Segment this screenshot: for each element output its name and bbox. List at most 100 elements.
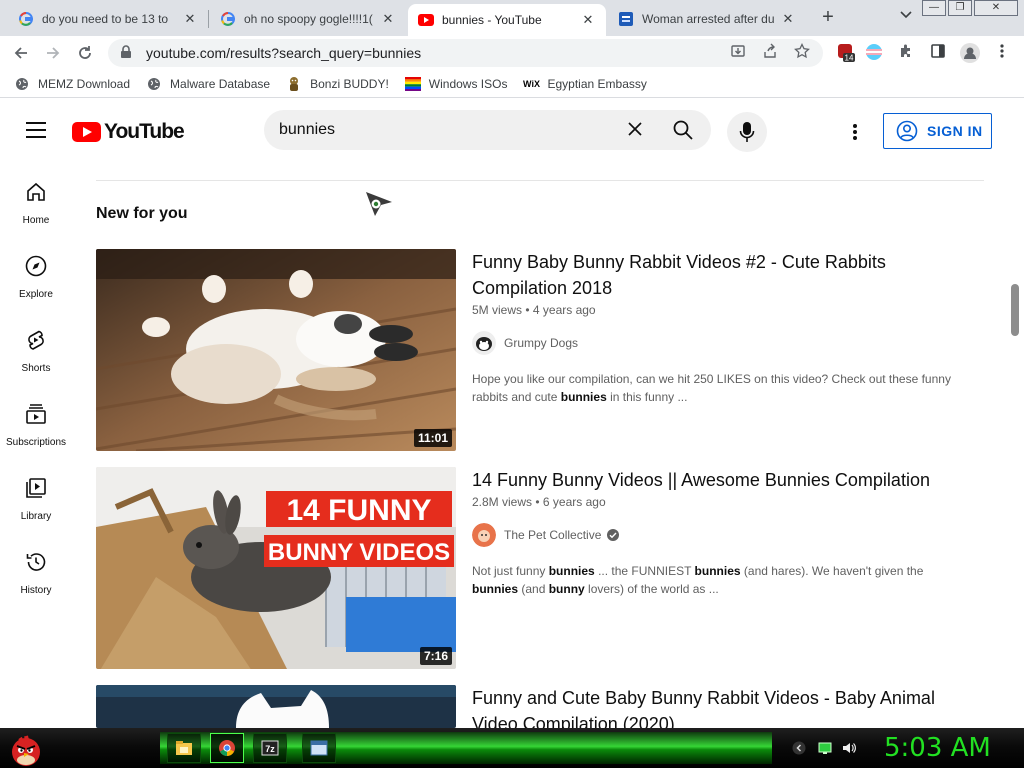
close-icon[interactable]: ✕	[380, 11, 396, 27]
nav-label: Library	[20, 511, 52, 522]
history-icon	[26, 553, 46, 571]
nav-label: Explore	[19, 289, 53, 300]
channel-link[interactable]: Grumpy Dogs	[472, 331, 578, 355]
compass-icon	[25, 255, 47, 277]
search-icon[interactable]	[672, 119, 694, 141]
voice-search-button[interactable]	[727, 112, 767, 152]
install-icon[interactable]	[729, 43, 747, 61]
nav-home[interactable]: Home	[0, 164, 72, 238]
video-duration: 11:01	[413, 429, 452, 447]
tab-separator	[208, 10, 209, 28]
tab-3-active[interactable]: bunnies - YouTube ✕	[408, 4, 606, 36]
reload-button[interactable]	[72, 40, 98, 66]
window-icon[interactable]	[302, 733, 336, 763]
bunny-thumbnail-image	[96, 249, 456, 451]
video-result[interactable]: 14 FUNNY BUNNY VIDEOS 7:16 14 Funny Bunn…	[96, 467, 986, 669]
video-title[interactable]: 14 Funny Bunny Videos || Awesome Bunnies…	[472, 467, 982, 493]
channel-avatar	[472, 331, 496, 355]
bookmark-memz[interactable]: MEMZ Download	[14, 76, 130, 92]
close-window-button[interactable]: ✕	[974, 0, 1018, 16]
side-panel-icon[interactable]	[928, 43, 948, 63]
channel-name: Grumpy Dogs	[504, 336, 579, 350]
tab-strip: do you need to be 13 to ✕ oh no spoopy g…	[0, 0, 1024, 36]
extension-shield-icon[interactable]: 14	[836, 43, 856, 63]
youtube-icon	[418, 12, 434, 28]
star-icon[interactable]	[793, 42, 811, 61]
video-title[interactable]: Funny and Cute Baby Bunny Rabbit Videos …	[472, 685, 982, 728]
bookmark-label: Malware Database	[170, 76, 271, 91]
lock-icon	[120, 45, 136, 61]
tab-title: oh no spoopy gogle!!!!1(	[244, 12, 373, 26]
bookmark-egyptian-embassy[interactable]: WiX Egyptian Embassy	[523, 76, 647, 92]
restore-button[interactable]: ❐	[948, 0, 972, 16]
bookmark-malware-database[interactable]: Malware Database	[146, 76, 270, 92]
description-highlight: bunny	[548, 582, 585, 596]
video-thumbnail[interactable]	[96, 685, 456, 728]
tab-title: do you need to be 13 to	[42, 12, 169, 26]
description-text: Not just funny	[472, 564, 549, 578]
bookmark-label: Windows ISOs	[428, 76, 508, 91]
nav-label: Shorts	[21, 363, 51, 374]
video-result[interactable]: 11:01 Funny Baby Bunny Rabbit Videos #2 …	[96, 249, 986, 451]
nav-library[interactable]: Library	[0, 460, 72, 534]
youtube-logo[interactable]: YouTube	[72, 120, 185, 144]
chevron-down-icon[interactable]	[896, 8, 916, 28]
description-text: in this funny ...	[606, 390, 688, 404]
tray-chevron-icon[interactable]	[792, 741, 806, 755]
chrome-icon[interactable]	[210, 733, 244, 763]
new-tab-button[interactable]: +	[816, 6, 840, 30]
close-icon[interactable]: ✕	[780, 11, 796, 27]
close-icon[interactable]: ✕	[580, 12, 596, 28]
description-text: ... the FUNNIEST	[594, 564, 695, 578]
hamburger-menu-icon[interactable]	[26, 122, 46, 138]
nav-subscriptions[interactable]: Subscriptions	[0, 386, 72, 460]
video-description: Hope you like our compilation, can we hi…	[472, 370, 972, 406]
channel-avatar	[472, 523, 496, 547]
search-input[interactable]	[279, 121, 609, 139]
volume-icon[interactable]	[842, 741, 856, 755]
minimize-button[interactable]: —	[922, 0, 946, 16]
nav-history[interactable]: History	[0, 534, 72, 608]
description-text: (and	[518, 582, 549, 596]
tab-1[interactable]: do you need to be 13 to ✕	[8, 4, 208, 34]
file-explorer-icon[interactable]	[167, 733, 201, 763]
profile-avatar-icon[interactable]	[960, 43, 980, 63]
video-meta: 2.8M views • 6 years ago	[472, 495, 606, 509]
nav-explore[interactable]: Explore	[0, 238, 72, 312]
video-title[interactable]: Funny Baby Bunny Rabbit Videos #2 - Cute…	[472, 249, 982, 301]
google-icon	[18, 11, 34, 27]
video-thumbnail[interactable]: 14 FUNNY BUNNY VIDEOS 7:16	[96, 467, 456, 669]
taskbar-clock[interactable]: 5:03 AM	[884, 733, 991, 763]
globe-icon	[14, 76, 30, 92]
extensions-puzzle-icon[interactable]	[896, 43, 916, 63]
sign-in-button[interactable]: SIGN IN	[883, 113, 992, 149]
network-icon[interactable]	[818, 741, 832, 755]
tab-2[interactable]: oh no spoopy gogle!!!!1( ✕	[210, 4, 406, 34]
wix-icon: WiX	[523, 78, 540, 89]
channel-link[interactable]: The Pet Collective	[472, 523, 620, 547]
clear-search-icon[interactable]	[626, 120, 644, 138]
pride-extension-icon[interactable]	[864, 43, 884, 63]
bookmark-windows-isos[interactable]: Windows ISOs	[404, 76, 508, 92]
tab-4[interactable]: Woman arrested after du ✕	[608, 4, 806, 34]
share-icon[interactable]	[761, 43, 779, 61]
bookmark-bonzi-buddy[interactable]: Bonzi BUDDY!	[286, 76, 389, 92]
svg-text:7z: 7z	[265, 744, 275, 754]
shorts-icon	[28, 330, 44, 350]
sign-in-label: SIGN IN	[927, 123, 983, 139]
back-button[interactable]	[8, 40, 34, 66]
settings-menu-icon[interactable]	[852, 123, 858, 141]
address-bar[interactable]: youtube.com/results?search_query=bunnies	[108, 39, 823, 67]
home-icon	[27, 182, 45, 201]
nav-shorts[interactable]: Shorts	[0, 312, 72, 386]
7zip-icon[interactable]: 7z	[253, 733, 287, 763]
video-thumbnail[interactable]: 11:01	[96, 249, 456, 451]
close-icon[interactable]: ✕	[182, 11, 198, 27]
browser-menu-icon[interactable]	[992, 43, 1012, 63]
video-description: Not just funny bunnies ... the FUNNIEST …	[472, 562, 972, 598]
description-highlight: bunnies	[694, 564, 741, 578]
page-scrollbar[interactable]	[1011, 284, 1019, 336]
forward-button[interactable]	[40, 40, 66, 66]
start-button-angry-bird-icon[interactable]	[6, 730, 46, 768]
video-result[interactable]: Funny and Cute Baby Bunny Rabbit Videos …	[96, 685, 986, 728]
